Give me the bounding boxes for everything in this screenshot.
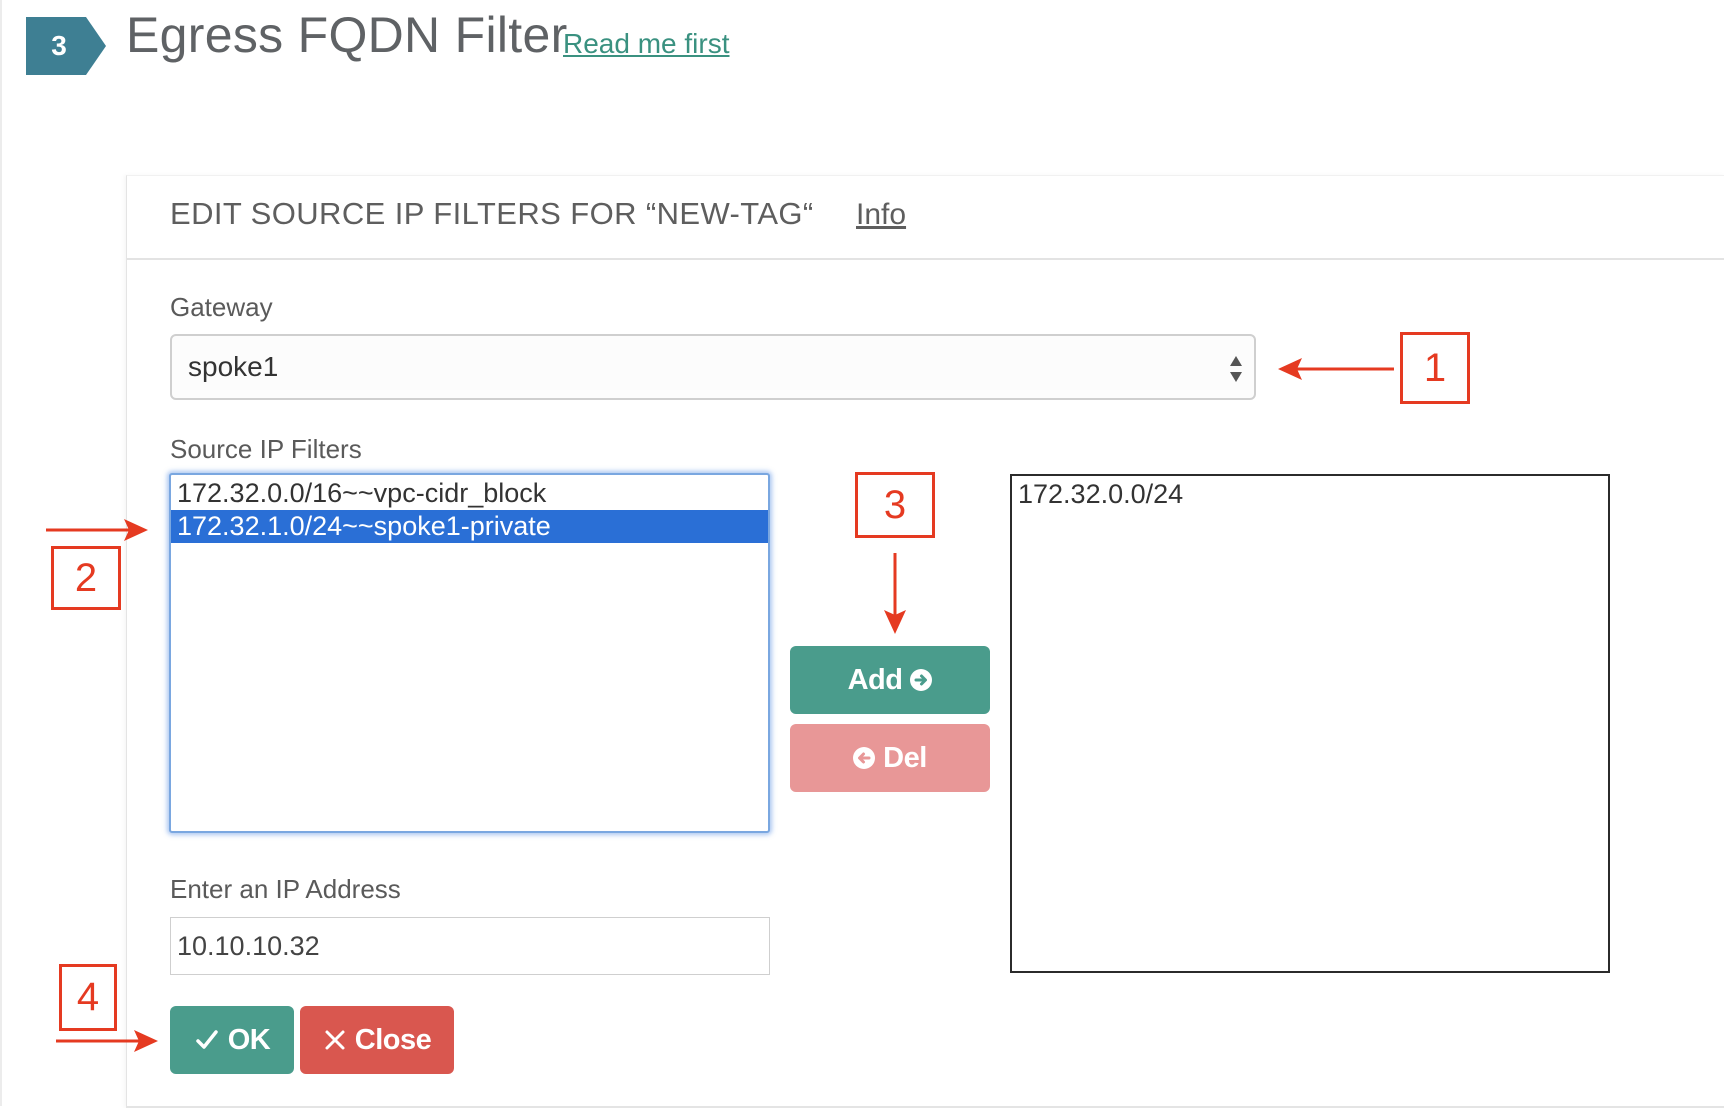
add-button[interactable]: Add: [790, 646, 990, 714]
gateway-selected-value: spoke1: [188, 351, 279, 382]
close-button[interactable]: Close: [300, 1006, 454, 1074]
step-number: 3: [51, 30, 67, 61]
page-title: Egress FQDN Filter: [126, 7, 568, 63]
list-item[interactable]: 172.32.0.0/24: [1012, 478, 1608, 511]
ok-button-label: OK: [227, 1023, 271, 1056]
annotation-callout-1: 1: [1400, 332, 1470, 404]
sort-arrows-icon: [1230, 356, 1242, 382]
panel-title: EDIT SOURCE IP FILTERS FOR “NEW-TAG“: [170, 196, 814, 231]
page-left-border: [0, 0, 2, 1106]
info-link[interactable]: Info: [856, 198, 906, 232]
ip-address-label: Enter an IP Address: [170, 874, 401, 904]
read-me-first-link[interactable]: Read me first: [563, 28, 730, 60]
ip-address-input[interactable]: [170, 917, 770, 975]
ok-button[interactable]: OK: [170, 1006, 294, 1074]
source-ip-filters-label: Source IP Filters: [170, 434, 362, 464]
list-item[interactable]: 172.32.0.0/16~~vpc-cidr_block: [171, 477, 768, 510]
gateway-label: Gateway: [170, 292, 273, 322]
gateway-select[interactable]: spoke1: [170, 334, 1256, 400]
annotation-callout-3: 3: [855, 472, 935, 538]
add-button-label: Add: [847, 663, 903, 696]
arrow-circle-right-icon: [910, 669, 933, 691]
check-icon: [196, 1030, 218, 1049]
chosen-source-filters-list[interactable]: 172.32.0.0/24: [1010, 474, 1610, 973]
available-source-filters-list[interactable]: 172.32.0.0/16~~vpc-cidr_block 172.32.1.0…: [169, 473, 770, 833]
panel-header-divider: [127, 258, 1724, 260]
annotation-callout-4: 4: [59, 964, 117, 1031]
del-button-label: Del: [883, 741, 927, 774]
del-button[interactable]: Del: [790, 724, 990, 792]
list-item-selected[interactable]: 172.32.1.0/24~~spoke1-private: [171, 510, 768, 543]
close-button-label: Close: [354, 1023, 432, 1056]
arrow-circle-left-icon: [853, 747, 876, 769]
annotation-callout-2: 2: [51, 546, 121, 610]
x-icon: [325, 1030, 345, 1050]
